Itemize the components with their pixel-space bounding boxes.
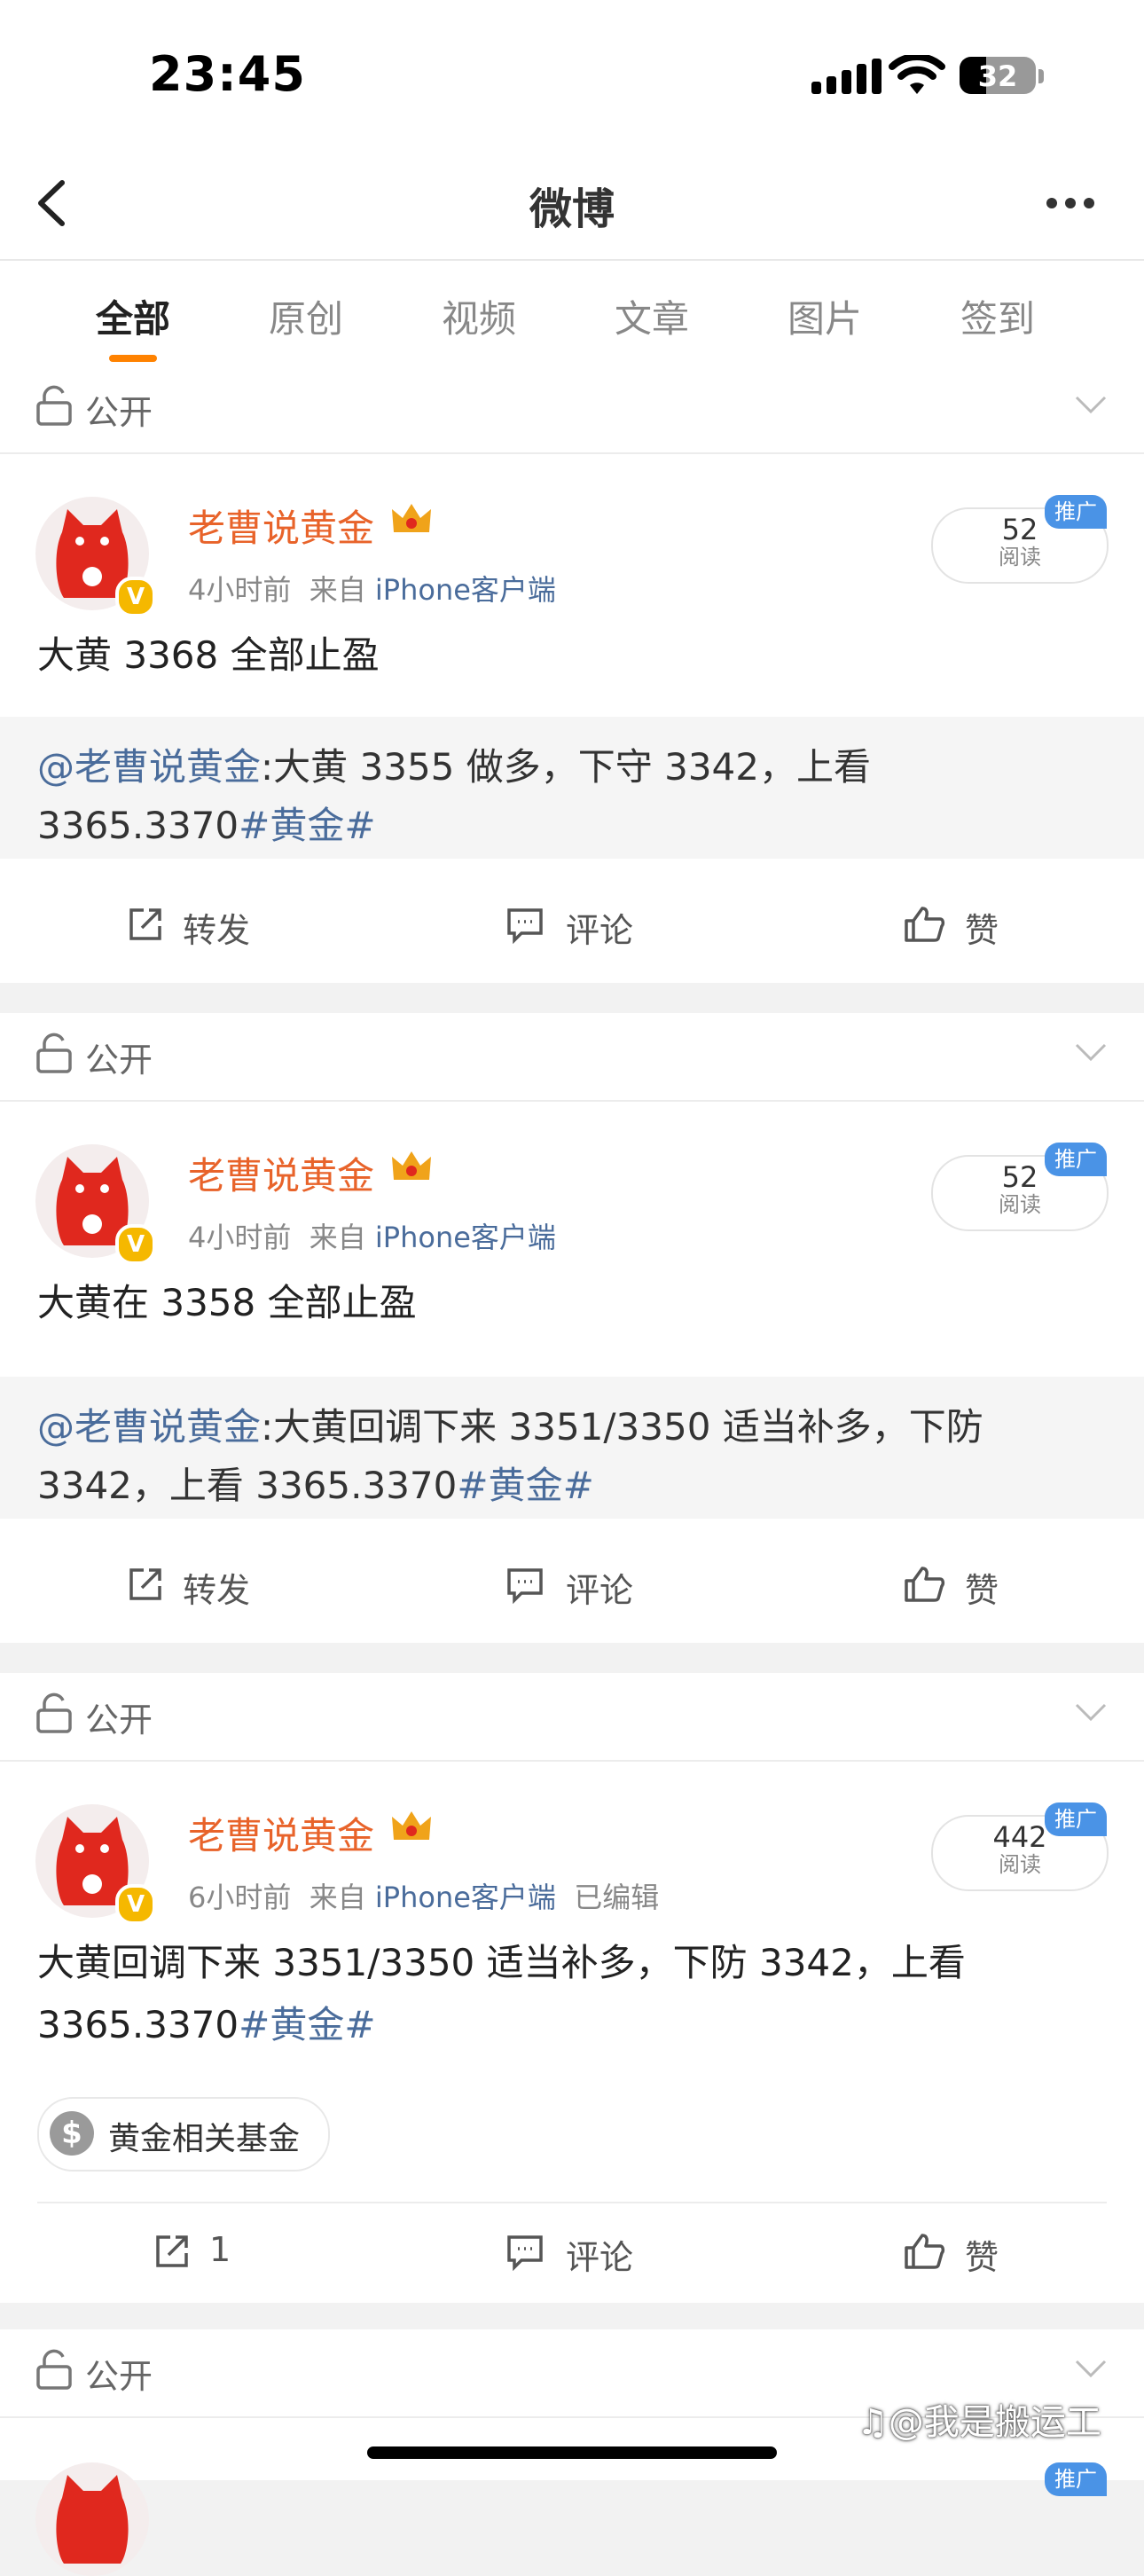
quoted-post[interactable]: @老曹说黄金:大黄回调下来 3351/3350 适当补多，下防 3342，上看 … xyxy=(0,1377,1144,1519)
visibility-label: 公开 xyxy=(85,393,153,432)
clock: 23:45 xyxy=(149,46,306,102)
verified-badge-icon: V xyxy=(115,1884,156,1925)
topic-link[interactable]: #黄金# xyxy=(239,2003,375,2046)
promote-badge[interactable]: 推广 xyxy=(1045,1802,1107,1836)
watermark: ♫@我是搬运工 xyxy=(857,2402,1101,2443)
visibility-label: 公开 xyxy=(85,2357,153,2396)
edited-label: 已编辑 xyxy=(574,1881,660,1914)
thumbs-up-icon xyxy=(905,2234,945,2269)
post-card: 公开 V 老曹说黄金 4小时前 来自 iPhone客户端 52 阅读 推广 大黄… xyxy=(0,365,1144,983)
promote-badge[interactable]: 推广 xyxy=(1045,2462,1107,2496)
post-source: iPhone客户端 xyxy=(374,573,556,607)
dollar-icon: $ xyxy=(50,2111,94,2156)
page-title: 微博 xyxy=(529,185,615,234)
action-bar: 1 评论 赞 xyxy=(0,2203,1144,2301)
lock-icon xyxy=(36,1692,72,1733)
visibility-row[interactable]: 公开 xyxy=(0,1013,1144,1102)
topic-link[interactable]: #黄金# xyxy=(457,1464,593,1507)
thumbs-up-icon xyxy=(905,907,945,942)
thumbs-up-icon xyxy=(905,1567,945,1602)
tab-articles[interactable]: 文章 xyxy=(590,289,714,343)
visibility-label: 公开 xyxy=(85,1041,153,1080)
crown-icon xyxy=(392,1151,431,1180)
battery-icon: 32 xyxy=(960,57,1036,94)
comment-icon xyxy=(507,2235,543,2271)
avatar[interactable] xyxy=(35,2462,149,2576)
lucky-cat-icon xyxy=(56,2475,129,2564)
post-text: 大黄在 3358 全部止盈 xyxy=(37,1281,417,1324)
author-name[interactable]: 老曹说黄金 xyxy=(188,1146,374,1200)
chevron-down-icon[interactable] xyxy=(1075,1701,1107,1723)
fund-tag[interactable]: $ 黄金相关基金 xyxy=(37,2097,330,2172)
action-bar: 转发 评论 赞 xyxy=(0,1536,1144,1634)
post-meta: 4小时前 来自 iPhone客户端 xyxy=(188,1221,556,1254)
active-tab-indicator xyxy=(109,355,157,362)
post-meta: 6小时前 来自 iPhone客户端 已编辑 xyxy=(188,1881,660,1914)
post-source: iPhone客户端 xyxy=(374,1221,556,1254)
repost-icon xyxy=(129,908,161,940)
promote-badge[interactable]: 推广 xyxy=(1045,1143,1107,1176)
post-card: 公开 V 老曹说黄金 6小时前 来自 iPhone客户端 已编辑 442 阅读 … xyxy=(0,1673,1144,2303)
nav-bar: 微博 xyxy=(0,151,1144,261)
more-icon[interactable] xyxy=(1046,195,1102,212)
comment-icon xyxy=(507,1568,543,1604)
lock-icon xyxy=(36,2349,72,2390)
action-bar: 转发 评论 赞 xyxy=(0,876,1144,974)
chevron-down-icon[interactable] xyxy=(1075,394,1107,415)
tab-all[interactable]: 全部 xyxy=(71,289,195,343)
crown-icon xyxy=(392,1811,431,1840)
mention-link[interactable]: @老曹说黄金 xyxy=(37,1405,261,1449)
home-indicator[interactable] xyxy=(367,2446,777,2459)
post-source: iPhone客户端 xyxy=(374,1881,556,1914)
tab-images[interactable]: 图片 xyxy=(763,289,887,343)
signal-icon xyxy=(811,59,887,94)
verified-badge-icon: V xyxy=(115,1224,156,1265)
promote-badge[interactable]: 推广 xyxy=(1045,495,1107,529)
repost-icon xyxy=(129,1568,161,1600)
topic-link[interactable]: #黄金# xyxy=(239,804,375,847)
post-text: 大黄回调下来 3351/3350 适当补多，下防 3342，上看 3365.33… xyxy=(37,1941,966,2046)
visibility-label: 公开 xyxy=(85,1700,153,1740)
mention-link[interactable]: @老曹说黄金 xyxy=(37,745,261,789)
post-card: 公开 V 老曹说黄金 4小时前 来自 iPhone客户端 52 阅读 推广 大黄… xyxy=(0,1013,1144,1643)
status-bar: 23:45 32 xyxy=(0,0,1144,151)
quoted-post[interactable]: @老曹说黄金:大黄 3355 做多，下守 3342，上看 3365.3370#黄… xyxy=(0,717,1144,859)
visibility-row[interactable]: 公开 xyxy=(0,1673,1144,1762)
lock-icon xyxy=(36,385,72,426)
lock-icon xyxy=(36,1033,72,1073)
tab-original[interactable]: 原创 xyxy=(244,289,368,343)
post-meta: 4小时前 来自 iPhone客户端 xyxy=(188,573,556,607)
chevron-down-icon[interactable] xyxy=(1075,1041,1107,1063)
repost-icon xyxy=(156,2235,188,2267)
verified-badge-icon: V xyxy=(115,577,156,617)
author-name[interactable]: 老曹说黄金 xyxy=(188,1806,374,1860)
wifi-icon xyxy=(889,55,945,94)
author-name[interactable]: 老曹说黄金 xyxy=(188,499,374,553)
tab-bar: 全部 原创 视频 文章 图片 签到 xyxy=(0,261,1144,365)
crown-icon xyxy=(392,504,431,532)
chevron-down-icon[interactable] xyxy=(1075,2358,1107,2379)
tab-video[interactable]: 视频 xyxy=(417,289,541,343)
comment-icon xyxy=(507,908,543,944)
post-text: 大黄 3368 全部止盈 xyxy=(37,633,380,677)
visibility-row[interactable]: 公开 xyxy=(0,365,1144,454)
tab-checkin[interactable]: 签到 xyxy=(936,289,1060,343)
battery-level: 32 xyxy=(977,59,1018,93)
